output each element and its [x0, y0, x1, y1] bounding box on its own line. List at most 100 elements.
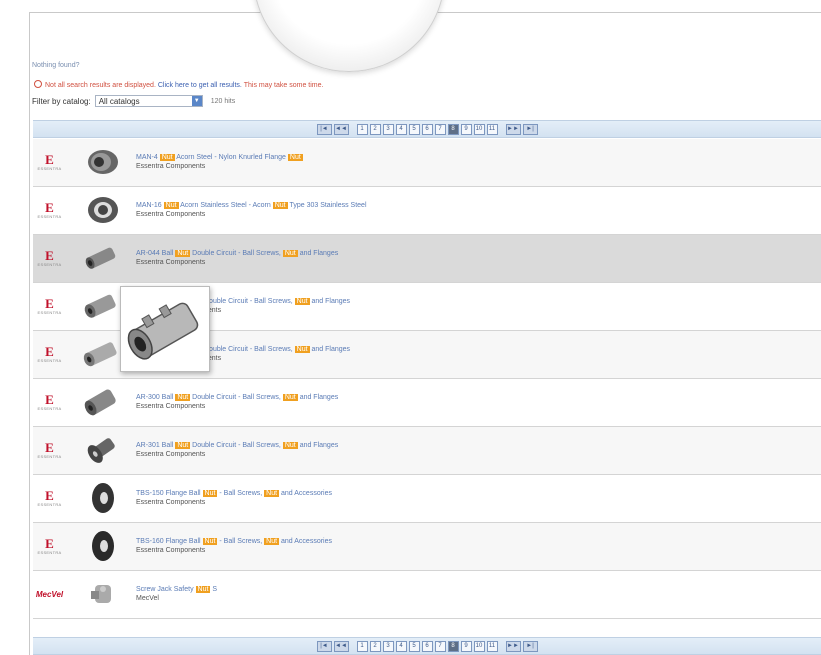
result-title[interactable]: AR-044 Ball — [136, 250, 173, 257]
brand-logo: E ESSENTRA — [37, 152, 62, 171]
product-thumbnail[interactable] — [81, 481, 121, 515]
list-item[interactable]: E ESSENTRA MAN-4 Nut Acorn Steel - Nylon … — [33, 139, 821, 187]
page-10-button[interactable]: 10 — [473, 640, 485, 652]
result-title-tail[interactable]: and Flanges — [300, 442, 339, 449]
result-supplier: Essentra Components — [136, 403, 206, 410]
first-page-button[interactable]: |◄ — [316, 640, 332, 652]
page-11-button[interactable]: 11 — [486, 640, 498, 652]
page-5-button[interactable]: 5 — [408, 640, 420, 652]
result-title-rest[interactable]: Double Circuit - Ball Screws, — [204, 298, 293, 305]
list-item-hovered[interactable]: E ESSENTRA AR-044 Ball Nut Double Circuit… — [33, 235, 821, 283]
page-11-button[interactable]: 11 — [486, 123, 498, 135]
last-page-button[interactable]: ►| — [522, 123, 538, 135]
result-title[interactable]: TBS-160 Flange Ball — [136, 538, 201, 545]
keyword-highlight: Nut — [264, 490, 280, 497]
filter-label: Filter by catalog: — [32, 96, 91, 106]
thumbnail-preview-popup — [120, 286, 210, 372]
keyword-highlight: Nut — [195, 586, 211, 593]
chevron-down-icon[interactable]: ▼ — [191, 96, 202, 106]
product-thumbnail[interactable] — [81, 241, 121, 275]
list-item[interactable]: MecVel Screw Jack Safety Nut S MecVel — [33, 571, 821, 619]
page-1-button[interactable]: 1 — [356, 123, 368, 135]
result-title-rest[interactable]: Acorn Stainless Steel - Acorn — [180, 202, 271, 209]
result-title-tail[interactable]: and Flanges — [312, 346, 351, 353]
list-item[interactable]: E ESSENTRA TBS-160 Flange Ball Nut - Ball… — [33, 523, 821, 571]
prev-page-button[interactable]: ◄◄ — [333, 640, 349, 652]
result-title-tail[interactable]: and Flanges — [312, 298, 351, 305]
result-title-tail[interactable]: Type 303 Stainless Steel — [289, 202, 366, 209]
result-title-rest[interactable]: Acorn Steel - Nylon Knurled Flange — [176, 154, 286, 161]
page-3-button[interactable]: 3 — [382, 123, 394, 135]
result-title-tail[interactable]: and Accessories — [281, 490, 332, 497]
list-item[interactable]: E ESSENTRA AR-301 Ball Nut Double Circuit… — [33, 427, 821, 475]
result-title[interactable]: Screw Jack Safety — [136, 586, 194, 593]
result-supplier: nents — [204, 355, 222, 362]
product-thumbnail[interactable] — [81, 529, 121, 563]
result-info: AR-301 Ball Nut Double Circuit - Ball Sc… — [136, 441, 338, 459]
page-7-button[interactable]: 7 — [434, 123, 446, 135]
result-title-rest[interactable]: - Ball Screws, — [219, 538, 262, 545]
result-supplier: MecVel — [136, 595, 159, 602]
result-title[interactable]: MAN-4 — [136, 154, 158, 161]
result-title-rest[interactable]: Double Circuit - Ball Screws, — [192, 250, 281, 257]
page-9-button[interactable]: 9 — [460, 123, 472, 135]
last-page-button[interactable]: ►| — [522, 640, 538, 652]
result-supplier: Essentra Components — [136, 211, 206, 218]
product-thumbnail[interactable] — [81, 193, 121, 227]
keyword-highlight: Nut — [294, 346, 310, 353]
page-3-button[interactable]: 3 — [382, 640, 394, 652]
page-10-button[interactable]: 10 — [473, 123, 485, 135]
page-7-button[interactable]: 7 — [434, 640, 446, 652]
result-title[interactable]: AR-301 Ball — [136, 442, 173, 449]
brand-logo: E ESSENTRA — [37, 392, 62, 411]
result-title[interactable]: MAN-16 — [136, 202, 162, 209]
page-1-button[interactable]: 1 — [356, 640, 368, 652]
result-title-rest[interactable]: Double Circuit - Ball Screws, — [192, 442, 281, 449]
result-title[interactable]: AR-300 Ball — [136, 394, 173, 401]
result-info: MAN-16 Nut Acorn Stainless Steel - Acorn… — [136, 201, 367, 219]
warning-icon — [34, 80, 42, 88]
page-6-button[interactable]: 6 — [421, 640, 433, 652]
page-2-button[interactable]: 2 — [369, 123, 381, 135]
brand-logo: E ESSENTRA — [37, 344, 62, 363]
page-8-button-current[interactable]: 8 — [447, 640, 459, 652]
product-thumbnail[interactable] — [81, 577, 121, 611]
result-title-tail[interactable]: and Accessories — [281, 538, 332, 545]
page-2-button[interactable]: 2 — [369, 640, 381, 652]
page-4-button[interactable]: 4 — [395, 640, 407, 652]
list-item[interactable]: E ESSENTRA AR-300 Ball Nut Double Circuit… — [33, 379, 821, 427]
product-thumbnail[interactable] — [81, 337, 121, 371]
result-title[interactable]: TBS-150 Flange Ball — [136, 490, 201, 497]
result-title-rest[interactable]: S — [212, 586, 217, 593]
result-title-tail[interactable]: and Flanges — [300, 394, 339, 401]
next-page-button[interactable]: ►► — [505, 123, 521, 135]
get-all-results-link[interactable]: Click here to get all results. — [158, 82, 242, 89]
prev-page-button[interactable]: ◄◄ — [333, 123, 349, 135]
next-page-button[interactable]: ►► — [505, 640, 521, 652]
product-thumbnail[interactable] — [81, 385, 121, 419]
product-thumbnail[interactable] — [81, 289, 121, 323]
page-8-button-current[interactable]: 8 — [447, 123, 459, 135]
result-title-rest[interactable]: Double Circuit - Ball Screws, — [204, 346, 293, 353]
page-6-button[interactable]: 6 — [421, 123, 433, 135]
keyword-highlight: Nut — [287, 154, 303, 161]
product-thumbnail[interactable] — [81, 433, 121, 467]
keyword-highlight: Nut — [282, 442, 298, 449]
page-5-button[interactable]: 5 — [408, 123, 420, 135]
result-title-rest[interactable]: Double Circuit - Ball Screws, — [192, 394, 281, 401]
list-item[interactable]: E ESSENTRA TBS-150 Flange Ball Nut - Ball… — [33, 475, 821, 523]
first-page-button[interactable]: |◄ — [316, 123, 332, 135]
nothing-found-link[interactable]: Nothing found? — [32, 62, 79, 69]
product-thumbnail[interactable] — [81, 145, 121, 179]
page-4-button[interactable]: 4 — [395, 123, 407, 135]
warning-text: Not all search results are displayed. — [45, 82, 156, 89]
page-9-button[interactable]: 9 — [460, 640, 472, 652]
results-list: E ESSENTRA MAN-4 Nut Acorn Steel - Nylon … — [33, 139, 821, 619]
catalog-select[interactable]: All catalogs ▼ — [94, 95, 203, 107]
result-title-rest[interactable]: - Ball Screws, — [219, 490, 262, 497]
result-info: Screw Jack Safety Nut S MecVel — [136, 585, 217, 603]
hit-count: 120 hits — [210, 97, 236, 105]
brand-logo: E ESSENTRA — [37, 440, 62, 459]
list-item[interactable]: E ESSENTRA MAN-16 Nut Acorn Stainless Ste… — [33, 187, 821, 235]
result-title-tail[interactable]: and Flanges — [300, 250, 339, 257]
